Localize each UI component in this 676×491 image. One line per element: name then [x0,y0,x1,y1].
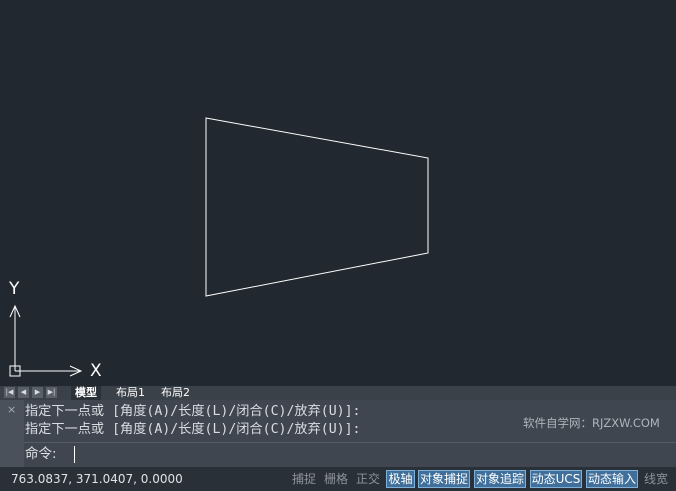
command-prompt: 命令: [25,446,57,462]
dynamic-input-toggle[interactable]: 动态输入 [586,470,638,488]
coordinate-readout: 763.0837, 371.0407, 0.0000 [11,472,183,486]
prev-tab-button[interactable]: ◀ [18,387,29,398]
dynamic-ucs-toggle[interactable]: 动态UCS [530,470,582,488]
polar-toggle[interactable]: 极轴 [386,470,415,488]
last-tab-button[interactable]: ▶| [46,387,57,398]
object-tracking-toggle[interactable]: 对象追踪 [474,470,526,488]
close-icon[interactable]: × [7,404,16,415]
x-axis-label: X [90,361,102,381]
status-bar: 763.0837, 371.0407, 0.0000 捕捉 栅格 正交 极轴 对… [0,467,676,491]
trapezoid-shape[interactable] [205,117,429,297]
tab-model[interactable]: 模型 [71,386,101,400]
watermark-text: 软件自学网：RJZXW.COM [523,416,660,430]
grid-toggle[interactable]: 栅格 [322,470,350,488]
layout-tab-bar: |◀ ◀ ▶ ▶| 模型 布局1 布局2 [0,386,676,400]
command-input-row: 命令: [24,442,676,467]
snap-toggle[interactable]: 捕捉 [290,470,318,488]
next-tab-button[interactable]: ▶ [32,387,43,398]
tab-layout2[interactable]: 布局2 [157,386,194,400]
object-snap-toggle[interactable]: 对象捕捉 [418,470,470,488]
drawing-svg[interactable] [0,0,676,386]
command-panel-handle[interactable]: × [0,400,24,467]
ortho-toggle[interactable]: 正交 [354,470,382,488]
lineweight-toggle[interactable]: 线宽 [642,470,670,488]
y-axis-label: Y [9,279,20,299]
ucs-icon [9,304,83,377]
command-input[interactable] [74,446,575,463]
tab-layout1[interactable]: 布局1 [112,386,149,400]
first-tab-button[interactable]: |◀ [4,387,15,398]
command-history-line: 指定下一点或 [角度(A)/长度(L)/闭合(C)/放弃(U)]: [25,404,361,419]
drawing-canvas[interactable]: Y X [0,0,676,386]
command-history-line: 指定下一点或 [角度(A)/长度(L)/闭合(C)/放弃(U)]: [25,422,361,437]
